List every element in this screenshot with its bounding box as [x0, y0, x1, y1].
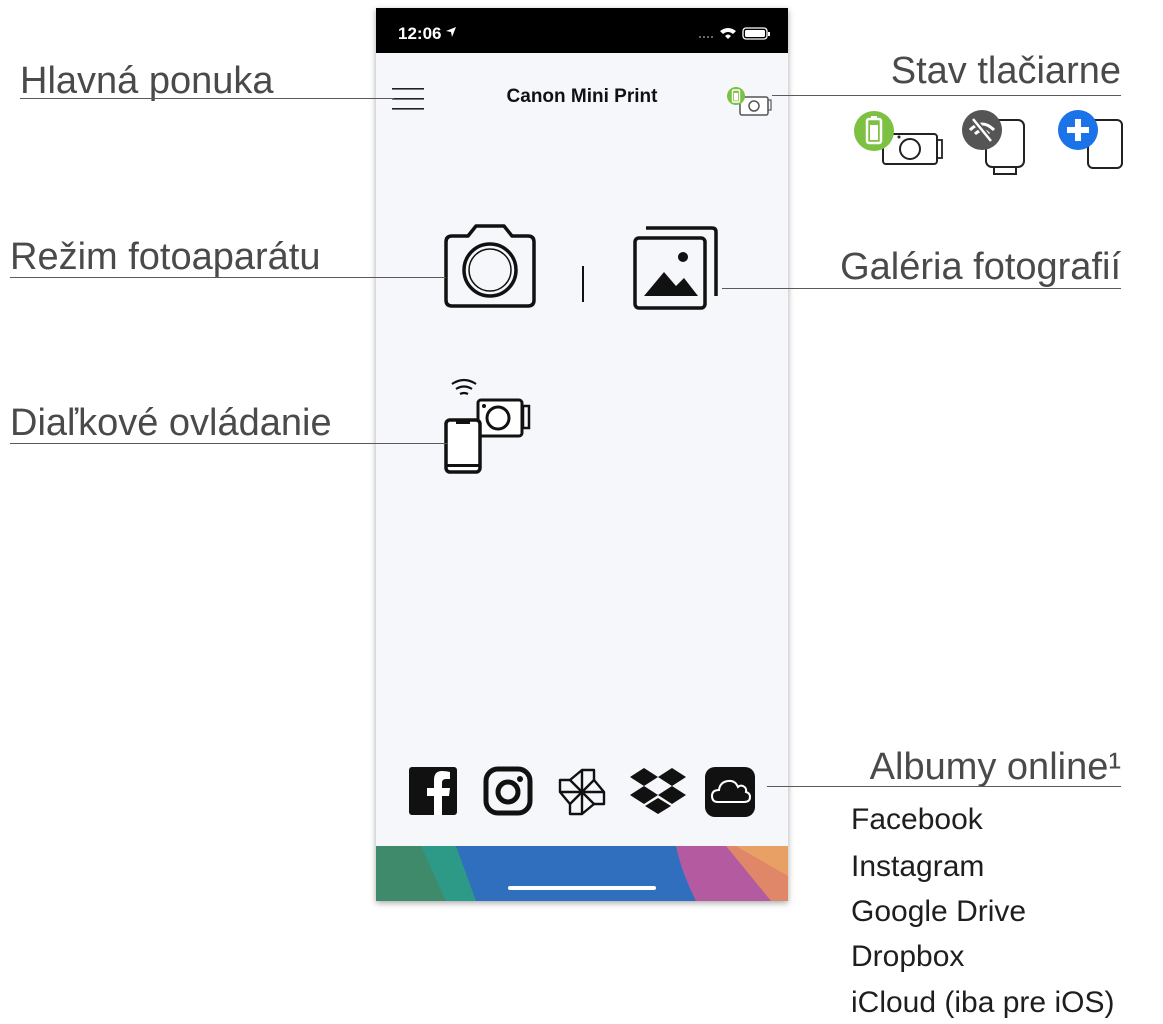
album-service-dropbox: Dropbox [851, 940, 965, 973]
dropbox-icon[interactable] [628, 766, 688, 818]
callout-remote-control: Diaľkové ovládanie [10, 402, 332, 444]
callout-camera-mode: Režim fotoaparátu [10, 236, 321, 278]
status-time: 12:06 [398, 24, 442, 43]
icloud-icon[interactable] [704, 766, 756, 818]
status-indicators-icon [699, 27, 770, 40]
callout-line-camera-mode [10, 277, 446, 278]
camera-icon[interactable] [442, 222, 538, 310]
mode-divider [582, 266, 584, 302]
callout-line-printer-status [772, 95, 1121, 96]
album-service-facebook: Facebook [851, 803, 983, 836]
callout-photo-gallery: Galéria fotografií [840, 246, 1121, 288]
printer-battery-icon[interactable] [726, 86, 774, 116]
album-service-instagram: Instagram [851, 850, 985, 883]
add-printer-icon [1058, 110, 1123, 169]
callout-line-online-albums [767, 786, 1121, 787]
banner-artwork [376, 846, 788, 901]
bottom-banner [376, 846, 788, 901]
callout-online-albums: Albumy online¹ [869, 746, 1121, 788]
facebook-icon[interactable] [408, 766, 458, 816]
callout-printer-status: Stav tlačiarne [890, 50, 1121, 92]
status-bar: 12:06 [376, 8, 788, 53]
remote-control-icon[interactable] [444, 374, 536, 474]
location-arrow-icon [446, 27, 456, 37]
album-service-google-drive: Google Drive [851, 895, 1027, 928]
google-drive-icon[interactable] [556, 766, 608, 818]
callout-line-remote-control [10, 443, 448, 444]
callout-line-main-menu [20, 98, 394, 99]
gallery-icon[interactable] [632, 224, 720, 310]
phone-screen: 12:06 Canon Mini Print [376, 8, 788, 901]
printer-disconnected-icon [962, 110, 1025, 175]
instagram-icon[interactable] [483, 766, 533, 816]
printer-battery-icon [854, 111, 943, 165]
callout-main-menu: Hlavná ponuka [20, 60, 274, 102]
album-service-icloud: iCloud (iba pre iOS) [851, 986, 1115, 1019]
callout-line-photo-gallery [722, 288, 1121, 289]
